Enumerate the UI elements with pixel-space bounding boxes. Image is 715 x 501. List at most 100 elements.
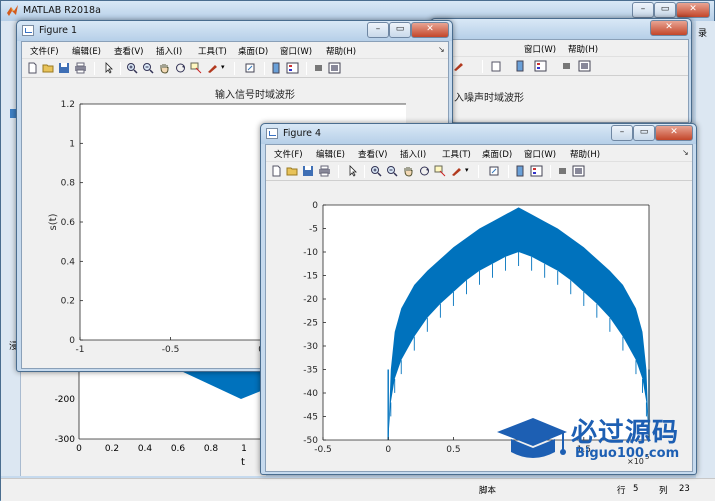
hidden-menu-window[interactable]: 窗口(W) xyxy=(524,43,556,55)
figure1-title: Figure 1 xyxy=(39,25,78,36)
new-figure-icon[interactable] xyxy=(26,62,39,74)
figure1-menu-tools[interactable]: 工具(T) xyxy=(198,45,227,57)
figure1-menu-desktop[interactable]: 桌面(D) xyxy=(238,45,268,57)
data-cursor-icon[interactable] xyxy=(434,165,447,177)
figure1-menu-file[interactable]: 文件(F) xyxy=(30,45,59,57)
rotate-3d-icon[interactable] xyxy=(418,165,431,177)
brush-dropdown-icon[interactable]: ▾ xyxy=(465,166,469,174)
pointer-icon[interactable] xyxy=(102,62,115,74)
fig1-ytick-label: 0.2 xyxy=(61,297,75,307)
hidden-figure-plot-title: 入噪声时域波形 xyxy=(454,93,524,104)
background-xtick-0: 0 xyxy=(76,444,82,454)
figure1-menu-overflow-icon[interactable]: ↘ xyxy=(438,45,445,54)
figure1-toolbar-separator-4 xyxy=(264,62,265,75)
hidden-colorbar-icon[interactable] xyxy=(514,60,527,72)
figure4-menu-help[interactable]: 帮助(H) xyxy=(570,148,600,160)
figure1-menu-help[interactable]: 帮助(H) xyxy=(326,45,356,57)
figure4-menu-tools[interactable]: 工具(T) xyxy=(442,148,471,160)
hidden-gray-box-icon[interactable] xyxy=(560,60,573,72)
figure1-menu-edit[interactable]: 编辑(E) xyxy=(72,45,101,57)
maximize-button[interactable]: ▭ xyxy=(654,2,676,18)
colorbar-icon[interactable] xyxy=(270,62,283,74)
figure1-menu-window[interactable]: 窗口(W) xyxy=(280,45,312,57)
colorbar-icon[interactable] xyxy=(514,165,527,177)
figure4-menu-edit[interactable]: 编辑(E) xyxy=(316,148,345,160)
fig4-ytick-label: 0 xyxy=(312,201,318,211)
matlab-logo-icon xyxy=(7,5,18,16)
hidden-figure-close-button[interactable]: ✕ xyxy=(650,20,688,36)
figure1-menubar: 文件(F) 编辑(E) 查看(V) 插入(I) 工具(T) 桌面(D) 窗口(W… xyxy=(22,42,448,59)
print-icon[interactable] xyxy=(318,165,331,177)
print-icon[interactable] xyxy=(74,62,87,74)
figure4-toolbar: ▾ xyxy=(266,162,692,181)
rotate-3d-icon[interactable] xyxy=(174,62,187,74)
dock-icon[interactable] xyxy=(328,62,341,74)
hidden-dock-icon[interactable] xyxy=(578,60,591,72)
figure1-maximize-button[interactable]: ▭ xyxy=(389,22,411,38)
figure1-menu-view[interactable]: 查看(V) xyxy=(114,45,143,57)
figure4-menu-view[interactable]: 查看(V) xyxy=(358,148,387,160)
data-cursor-icon[interactable] xyxy=(190,62,203,74)
hidden-figure-menubar: 窗口(W) 帮助(H) xyxy=(436,40,688,57)
figure4-window-icon xyxy=(266,128,278,139)
zoom-in-icon[interactable] xyxy=(370,165,383,177)
status-row-value: 5 xyxy=(633,484,639,494)
figure1-toolbar-separator-3 xyxy=(234,62,235,75)
zoom-out-icon[interactable] xyxy=(142,62,155,74)
hidden-brush-icon[interactable] xyxy=(452,60,465,72)
figure4-menu-insert[interactable]: 插入(I) xyxy=(400,148,426,160)
close-button[interactable]: ✕ xyxy=(676,2,710,18)
figure4-menu-overflow-icon[interactable]: ↘ xyxy=(682,148,689,157)
fig4-ytick-label: -25 xyxy=(303,319,318,329)
legend-icon[interactable] xyxy=(286,62,299,74)
brush-icon[interactable] xyxy=(450,165,463,177)
zoom-out-icon[interactable] xyxy=(386,165,399,177)
status-col-value: 23 xyxy=(679,484,690,494)
pointer-icon[interactable] xyxy=(346,165,359,177)
new-figure-icon[interactable] xyxy=(270,165,283,177)
figure1-toolbar: ▾ xyxy=(22,59,448,78)
open-folder-icon[interactable] xyxy=(42,62,55,74)
legend-icon[interactable] xyxy=(530,165,543,177)
fig4-xtick-label: 0.5 xyxy=(446,445,460,455)
open-folder-icon[interactable] xyxy=(286,165,299,177)
figure4-close-button[interactable]: ✕ xyxy=(655,125,693,141)
fig4-ytick-label: -40 xyxy=(303,389,318,399)
link-plot-icon[interactable] xyxy=(488,165,501,177)
status-row-label: 行 xyxy=(617,486,626,496)
dock-icon[interactable] xyxy=(572,165,585,177)
link-plot-icon[interactable] xyxy=(244,62,257,74)
figure4-menu-file[interactable]: 文件(F) xyxy=(274,148,303,160)
brush-icon[interactable] xyxy=(206,62,219,74)
brush-dropdown-icon[interactable]: ▾ xyxy=(221,63,225,71)
hide-tools-icon[interactable] xyxy=(556,165,569,177)
fig4-ytick-label: -30 xyxy=(303,342,318,352)
hidden-legend-icon[interactable] xyxy=(534,60,547,72)
figure4-toolbar-separator-2 xyxy=(364,165,365,178)
zoom-in-icon[interactable] xyxy=(126,62,139,74)
figure4-menu-window[interactable]: 窗口(W) xyxy=(524,148,556,160)
minimize-button[interactable]: – xyxy=(632,2,654,18)
figure1-minimize-button[interactable]: – xyxy=(367,22,389,38)
figure4-titlebar: Figure 4 – ▭ ✕ xyxy=(261,124,696,144)
figure4-menu-desktop[interactable]: 桌面(D) xyxy=(482,148,512,160)
hidden-copy-icon[interactable] xyxy=(490,60,503,72)
figure1-close-button[interactable]: ✕ xyxy=(411,22,449,38)
figure4-maximize-button[interactable]: ▭ xyxy=(633,125,655,141)
hidden-menu-help[interactable]: 帮助(H) xyxy=(568,43,598,55)
figure1-menu-insert[interactable]: 插入(I) xyxy=(156,45,182,57)
figure1-titlebar: Figure 1 – ▭ ✕ xyxy=(17,21,452,41)
watermark-url: Biguo100.com xyxy=(575,446,680,461)
hide-tools-icon[interactable] xyxy=(312,62,325,74)
background-ytick-1: -300 xyxy=(55,435,76,445)
figure4-toolbar-separator-3 xyxy=(478,165,479,178)
pan-hand-icon[interactable] xyxy=(402,165,415,177)
pan-hand-icon[interactable] xyxy=(158,62,171,74)
fig1-ytick-label: 0.6 xyxy=(61,218,76,228)
save-icon[interactable] xyxy=(302,165,315,177)
status-col-label: 列 xyxy=(659,486,668,496)
background-plot: -200 -300 0 0.2 0.4 0.6 0.8 1 t xyxy=(55,371,266,468)
figure4-minimize-button[interactable]: – xyxy=(611,125,633,141)
save-icon[interactable] xyxy=(58,62,71,74)
figure1-toolbar-separator-5 xyxy=(306,62,307,75)
